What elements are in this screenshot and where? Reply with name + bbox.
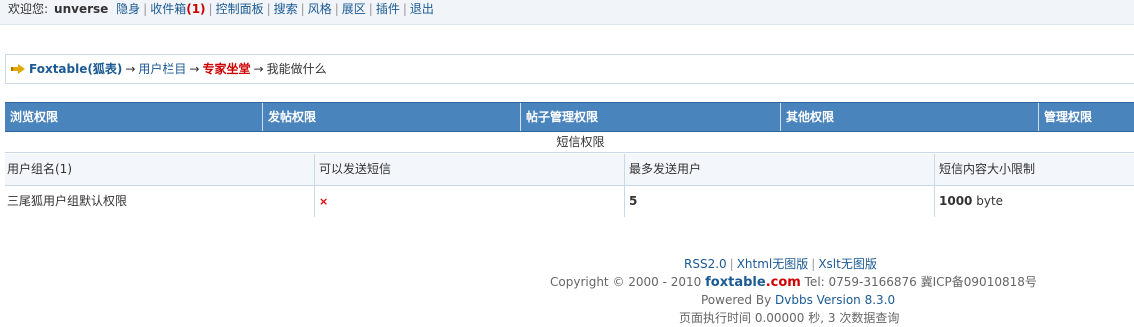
- nav-link-control-panel[interactable]: 控制面板: [216, 2, 264, 16]
- footer-powered: Powered By Dvbbs Version 8.3.0: [701, 292, 895, 309]
- nav-link-logout[interactable]: 退出: [410, 2, 434, 16]
- nav-link-search[interactable]: 搜索: [274, 2, 298, 16]
- top-nav: 欢迎您: unverse 隐身 | 收件箱(1) | 控制面板 | 搜索 | 风格 | 展区 | 插件 | 退…: [8, 0, 434, 18]
- size-limit-cell: 1000 byte: [935, 186, 1134, 217]
- contact-text: Tel: 0759-3166876 冀ICP备09010818号: [804, 275, 1037, 289]
- breadcrumb: Foxtable(狐表) → 用户栏目 → 专家坐堂 → 我能做什么: [5, 54, 1134, 84]
- brand-name: foxtable: [705, 275, 766, 290]
- footer-exec-time: 页面执行时间 0.00000 秒, 3 次数据查询: [679, 311, 900, 325]
- column-header-can-send: 可以发送短信: [315, 154, 625, 185]
- welcome-label: 欢迎您:: [8, 2, 49, 16]
- divider: |: [402, 2, 407, 16]
- table-row: 三尾狐用户组默认权限 × 5 1000 byte: [5, 186, 1134, 217]
- dvbbs-link[interactable]: Dvbbs Version 8.3.0: [775, 293, 895, 307]
- top-bar: 欢迎您: unverse 隐身 | 收件箱(1) | 控制面板 | 搜索 | 风格 | 展区 | 插件 | 退…: [0, 0, 1134, 25]
- nav-link-invisible[interactable]: 隐身: [116, 2, 140, 16]
- breadcrumb-current: 我能做什么: [266, 62, 327, 76]
- sms-permission-title: 短信权限: [5, 131, 1134, 153]
- copyright-text: Copyright © 2000 - 2010: [550, 275, 702, 289]
- cross-icon: ×: [319, 195, 329, 208]
- table-header-row: 用户组名(1) 可以发送短信 最多发送用户 短信内容大小限制: [5, 154, 1134, 186]
- rss-link[interactable]: RSS2.0: [684, 257, 727, 271]
- powered-by-label: Powered By: [701, 293, 772, 307]
- divider: |: [266, 2, 271, 16]
- nav-link-inbox[interactable]: 收件箱(1): [150, 2, 205, 16]
- divider: |: [334, 2, 339, 16]
- breadcrumb-section-link[interactable]: 用户栏目: [138, 62, 186, 76]
- brand-link[interactable]: foxtable.com: [705, 275, 801, 290]
- divider: |: [811, 257, 816, 271]
- divider: |: [368, 2, 373, 16]
- divider: |: [208, 2, 213, 16]
- breadcrumb-separator: →: [253, 62, 264, 76]
- brand-tld: .com: [765, 275, 801, 290]
- footer-copyright: Copyright © 2000 - 2010 foxtable.com Tel…: [550, 274, 1037, 291]
- nav-link-exhibition[interactable]: 展区: [342, 2, 366, 16]
- arrow-right-icon: [11, 64, 25, 74]
- breadcrumb-forum-link[interactable]: Foxtable(狐表): [29, 62, 122, 76]
- column-header-size-limit: 短信内容大小限制: [939, 162, 1036, 176]
- max-users-cell: 5: [625, 186, 935, 217]
- breadcrumb-separator: →: [189, 62, 200, 76]
- max-users-value: 5: [629, 194, 638, 208]
- tab-browse-permission[interactable]: 浏览权限: [5, 103, 263, 131]
- size-limit-value: 1000: [939, 194, 973, 208]
- divider: |: [729, 257, 734, 271]
- divider: |: [300, 2, 305, 16]
- can-send-cell: ×: [315, 186, 625, 217]
- breadcrumb-separator: →: [125, 62, 136, 76]
- permission-tabs: 浏览权限 发帖权限 帖子管理权限 其他权限 管理权限: [5, 102, 1134, 132]
- column-header-max-users: 最多发送用户: [625, 154, 935, 185]
- sms-permission-table: 短信权限 用户组名(1) 可以发送短信 最多发送用户 短信内容大小限制 三尾狐用…: [5, 131, 1134, 217]
- tab-post-permission[interactable]: 发帖权限: [263, 103, 521, 131]
- nav-link-plugins[interactable]: 插件: [376, 2, 400, 16]
- tab-admin-permission[interactable]: 管理权限: [1039, 103, 1134, 131]
- group-name-cell: 三尾狐用户组默认权限: [5, 186, 315, 217]
- tab-topic-management-permission[interactable]: 帖子管理权限: [521, 103, 781, 131]
- divider: |: [143, 2, 148, 16]
- column-header-group: 用户组名(1): [5, 154, 315, 185]
- footer-links: RSS2.0 | Xhtml无图版 | Xslt无图版: [684, 256, 877, 273]
- inbox-count: (1): [186, 2, 206, 16]
- size-limit-unit: byte: [976, 194, 1004, 208]
- xhtml-link[interactable]: Xhtml无图版: [737, 257, 809, 271]
- username: unverse: [54, 2, 109, 16]
- xslt-link[interactable]: Xslt无图版: [818, 257, 877, 271]
- tab-other-permission[interactable]: 其他权限: [781, 103, 1039, 131]
- nav-link-style[interactable]: 风格: [308, 2, 332, 16]
- breadcrumb-subsection-link[interactable]: 专家坐堂: [202, 62, 250, 76]
- inbox-label: 收件箱: [150, 2, 187, 16]
